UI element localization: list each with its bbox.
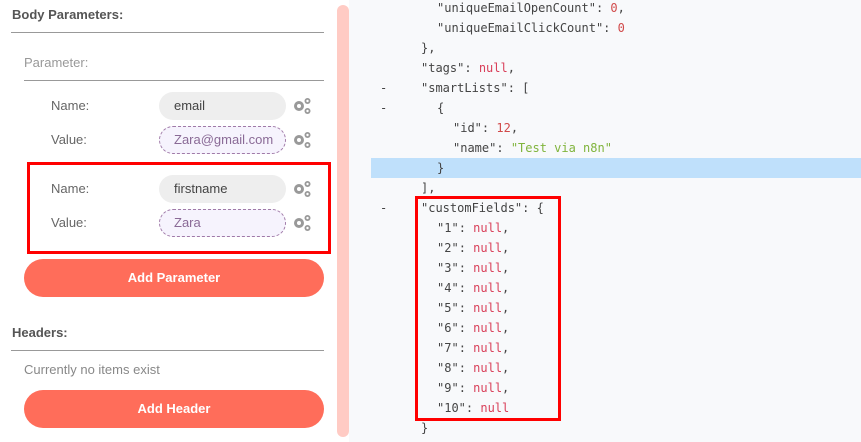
- json-bracket: }: [437, 161, 445, 175]
- json-line: }: [349, 418, 861, 438]
- json-key: "uniqueEmailOpenCount": [437, 1, 596, 15]
- annotation-box: [415, 196, 561, 421]
- json-value: 12: [496, 121, 511, 135]
- json-bracket: },: [421, 41, 436, 55]
- json-colon: :: [595, 1, 611, 15]
- json-bracket: {: [437, 101, 445, 115]
- json-key: "smartLists": [421, 81, 508, 95]
- json-content: "smartLists": [: [421, 78, 529, 98]
- json-line: "id": 12,: [349, 118, 861, 138]
- json-line: "uniqueEmailClickCount": 0: [349, 18, 861, 38]
- json-bracket: ],: [421, 181, 436, 195]
- json-key: "tags": [421, 61, 465, 75]
- json-line: "smartLists": [ -: [349, 78, 861, 98]
- json-content: "id": 12,: [453, 118, 518, 138]
- collapse-toggle[interactable]: -: [380, 198, 387, 218]
- json-line: {-: [349, 98, 861, 118]
- collapse-toggle[interactable]: -: [380, 78, 387, 98]
- json-key: "name": [453, 141, 497, 155]
- divider: [11, 32, 324, 33]
- json-content: "tags": null,: [421, 58, 515, 78]
- json-content: }: [437, 158, 444, 178]
- value-label: Value:: [51, 132, 87, 147]
- json-line: },: [349, 38, 861, 58]
- json-line: "name": "Test via n8n": [349, 138, 861, 158]
- json-comma: ,: [510, 121, 519, 135]
- gears-icon[interactable]: [292, 97, 312, 115]
- json-comma: ,: [507, 61, 515, 75]
- json-line: }: [371, 158, 861, 178]
- collapse-toggle[interactable]: -: [380, 98, 387, 118]
- json-content: "uniqueEmailOpenCount": 0,: [437, 0, 625, 18]
- json-value: "Test via n8n": [510, 141, 612, 155]
- json-content: {: [437, 98, 444, 118]
- body-parameters-heading: Body Parameters:: [12, 7, 124, 22]
- json-output-view: "uniqueEmailOpenCount": 0, "uniqueEmailCl…: [349, 0, 861, 442]
- json-bracket: [: [522, 81, 530, 95]
- divider: [24, 80, 324, 81]
- json-colon: :: [507, 81, 523, 95]
- param-name-input[interactable]: email: [159, 92, 286, 120]
- param-value-input[interactable]: Zara@gmail.com: [159, 126, 286, 154]
- gears-icon[interactable]: [292, 131, 312, 149]
- json-bracket: }: [421, 421, 429, 435]
- json-value: null: [478, 61, 508, 75]
- json-content: ],: [421, 178, 435, 198]
- json-line: ],: [349, 178, 861, 198]
- add-parameter-button[interactable]: Add Parameter: [24, 259, 324, 297]
- json-colon: :: [496, 141, 511, 155]
- json-colon: :: [603, 21, 618, 35]
- scrollbar[interactable]: [337, 5, 349, 437]
- json-content: "uniqueEmailClickCount": 0: [437, 18, 625, 38]
- json-value: 0: [610, 1, 618, 15]
- parameters-panel: Body Parameters: Parameter: Name: email …: [0, 0, 337, 442]
- json-content: },: [421, 38, 435, 58]
- parameter-label: Parameter:: [24, 55, 89, 70]
- json-value: 0: [617, 21, 625, 35]
- divider: [11, 350, 324, 351]
- json-colon: :: [464, 61, 479, 75]
- json-key: "uniqueEmailClickCount": [437, 21, 604, 35]
- add-header-button[interactable]: Add Header: [24, 390, 324, 428]
- name-label: Name:: [51, 98, 90, 113]
- json-line: "uniqueEmailOpenCount": 0,: [349, 0, 861, 18]
- annotation-box: [27, 162, 331, 254]
- json-content: }: [421, 418, 428, 438]
- json-line: "tags": null,: [349, 58, 861, 78]
- empty-headers-text: Currently no items exist: [24, 362, 160, 377]
- json-content: "name": "Test via n8n": [453, 138, 612, 158]
- json-comma: ,: [617, 1, 625, 15]
- json-colon: :: [481, 121, 497, 135]
- json-key: "id": [453, 121, 482, 135]
- headers-heading: Headers:: [12, 325, 68, 340]
